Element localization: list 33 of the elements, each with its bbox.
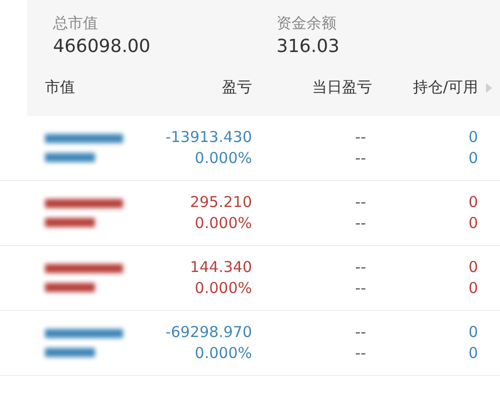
profit-percent: 0.000% (194, 213, 252, 234)
column-header: 当日盈亏 (311, 78, 372, 97)
available-count: 0 (468, 343, 478, 364)
summary-value: 316.03 (276, 35, 340, 59)
summary-value: 466098.00 (53, 35, 152, 59)
today-profit: -- (355, 322, 366, 343)
today-percent: -- (355, 148, 366, 169)
profit-percent: 0.000% (194, 148, 252, 169)
available-count: 0 (468, 278, 478, 299)
profit-value: -13913.430 (165, 127, 252, 148)
available-count: 0 (468, 148, 478, 169)
column-header: 市值 (45, 78, 76, 97)
holding-count: 0 (468, 127, 478, 148)
scroll-right-icon[interactable] (486, 82, 492, 92)
today-profit: -- (355, 192, 366, 213)
holding-count: 0 (468, 322, 478, 343)
today-profit: -- (355, 127, 366, 148)
profit-value: -69298.970 (165, 322, 252, 343)
available-count: 0 (468, 213, 478, 234)
summary-label: 总市值 (53, 13, 99, 34)
column-header: 盈亏 (221, 78, 252, 97)
holding-count: 0 (468, 257, 478, 278)
today-percent: -- (355, 213, 366, 234)
today-percent: -- (355, 343, 366, 364)
summary-label: 资金余额 (276, 13, 338, 34)
today-percent: -- (355, 278, 366, 299)
profit-value: 295.210 (190, 192, 252, 213)
profit-percent: 0.000% (194, 343, 252, 364)
column-header: 持仓/可用 (412, 78, 478, 97)
holding-count: 0 (468, 192, 478, 213)
profit-percent: 0.000% (194, 278, 252, 299)
profit-value: 144.340 (190, 257, 252, 278)
today-profit: -- (355, 257, 366, 278)
